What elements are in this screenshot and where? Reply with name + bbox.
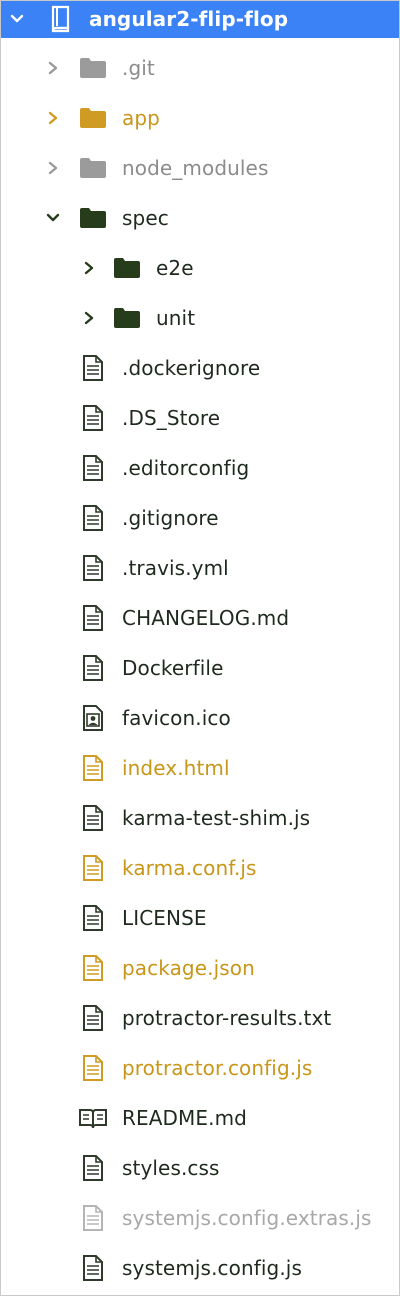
tree-folder-app[interactable]: app — [1, 93, 399, 143]
tree-item-label: unit — [156, 306, 196, 330]
file-tree: angular2-flip-flop .git app node_modulessp… — [0, 0, 400, 1296]
file-text-icon — [77, 652, 109, 684]
tree-file-systemjs-config-js[interactable]: systemjs.config.js — [1, 1243, 399, 1293]
folder-icon — [77, 102, 109, 134]
tree-item-label: package.json — [122, 956, 255, 980]
file-text-icon — [77, 552, 109, 584]
tree-item-label: styles.css — [122, 1156, 220, 1180]
folder-icon — [111, 302, 143, 334]
file-text-icon — [77, 452, 109, 484]
tree-item-label: .DS_Store — [122, 406, 221, 430]
file-text-icon — [77, 752, 109, 784]
tree-item-label: favicon.ico — [122, 706, 231, 730]
tree-file-systemjs-config-extras-js[interactable]: systemjs.config.extras.js — [1, 1193, 399, 1243]
tree-item-label: node_modules — [122, 156, 269, 180]
tree-item-label: index.html — [122, 756, 230, 780]
tree-file-styles-css[interactable]: styles.css — [1, 1143, 399, 1193]
folder-icon — [77, 52, 109, 84]
file-text-icon — [77, 852, 109, 884]
chevron-right-icon[interactable] — [79, 258, 99, 278]
tree-file-index-html[interactable]: index.html — [1, 743, 399, 793]
file-text-icon — [77, 902, 109, 934]
tree-item-label: .travis.yml — [122, 556, 229, 580]
chevron-right-icon[interactable] — [43, 158, 63, 178]
tree-item-label: LICENSE — [122, 906, 207, 930]
tree-folder-git[interactable]: .git — [1, 43, 399, 93]
tree-folder-spec[interactable]: spec — [1, 193, 399, 243]
tree-item-label: .git — [122, 56, 155, 80]
file-text-icon — [77, 602, 109, 634]
file-text-icon — [77, 1202, 109, 1234]
folder-icon — [77, 202, 109, 234]
tree-folder-node-modules[interactable]: node_modules — [1, 143, 399, 193]
file-text-icon — [77, 1002, 109, 1034]
chevron-down-icon[interactable] — [7, 9, 27, 29]
file-text-icon — [77, 802, 109, 834]
tree-file-karma-conf-js[interactable]: karma.conf.js — [1, 843, 399, 893]
tree-item-label: .editorconfig — [122, 456, 250, 480]
tree-item-label: systemjs.config.js — [122, 1256, 302, 1280]
tree-item-label: systemjs.config.extras.js — [122, 1206, 372, 1230]
file-text-icon — [77, 1252, 109, 1284]
chevron-down-icon[interactable] — [43, 208, 63, 228]
tree-file-ds-store[interactable]: .DS_Store — [1, 393, 399, 443]
tree-item-label: .gitignore — [122, 506, 219, 530]
tree-item-label: .dockerignore — [122, 356, 261, 380]
tree-root-project[interactable]: angular2-flip-flop — [1, 1, 399, 38]
chevron-right-icon[interactable] — [43, 58, 63, 78]
file-text-icon — [77, 502, 109, 534]
book-icon — [77, 1102, 109, 1134]
tree-file-dockerfile[interactable]: Dockerfile — [1, 643, 399, 693]
tree-item-label: spec — [122, 206, 169, 230]
file-text-icon — [77, 1052, 109, 1084]
tree-file-package-json[interactable]: package.json — [1, 943, 399, 993]
tree-item-label: protractor.config.js — [122, 1056, 313, 1080]
project-title: angular2-flip-flop — [89, 7, 289, 31]
folder-icon — [77, 152, 109, 184]
tree-file-favicon-ico[interactable]: favicon.ico — [1, 693, 399, 743]
tree-item-label: karma-test-shim.js — [122, 806, 311, 830]
file-text-icon — [77, 402, 109, 434]
tree-file-protractor-results-txt[interactable]: protractor-results.txt — [1, 993, 399, 1043]
tree-file-changelog-md[interactable]: CHANGELOG.md — [1, 593, 399, 643]
chevron-right-icon[interactable] — [79, 308, 99, 328]
file-media-icon — [77, 702, 109, 734]
file-text-icon — [77, 952, 109, 984]
tree-item-label: app — [122, 106, 160, 130]
tree-item-label: CHANGELOG.md — [122, 606, 290, 630]
tree-item-label: karma.conf.js — [122, 856, 257, 880]
tree-file-protractor-config-js[interactable]: protractor.config.js — [1, 1043, 399, 1093]
file-text-icon — [77, 352, 109, 384]
tree-file-readme-md[interactable]: README.md — [1, 1093, 399, 1143]
tree-folder-e2e[interactable]: e2e — [1, 243, 399, 293]
tree-folder-unit[interactable]: unit — [1, 293, 399, 343]
tree-item-label: README.md — [122, 1106, 247, 1130]
file-text-icon — [77, 1152, 109, 1184]
tree-file-travis-yml[interactable]: .travis.yml — [1, 543, 399, 593]
tree-item-label: protractor-results.txt — [122, 1006, 332, 1030]
tree-file-gitignore[interactable]: .gitignore — [1, 493, 399, 543]
repo-book-icon — [45, 3, 77, 35]
folder-icon — [111, 252, 143, 284]
tree-file-license[interactable]: LICENSE — [1, 893, 399, 943]
tree-file-karma-test-shim-js[interactable]: karma-test-shim.js — [1, 793, 399, 843]
tree-item-label: e2e — [156, 256, 194, 280]
tree-item-label: Dockerfile — [122, 656, 224, 680]
tree-file-dockerignore[interactable]: .dockerignore — [1, 343, 399, 393]
chevron-right-icon[interactable] — [43, 108, 63, 128]
tree-file-editorconfig[interactable]: .editorconfig — [1, 443, 399, 493]
